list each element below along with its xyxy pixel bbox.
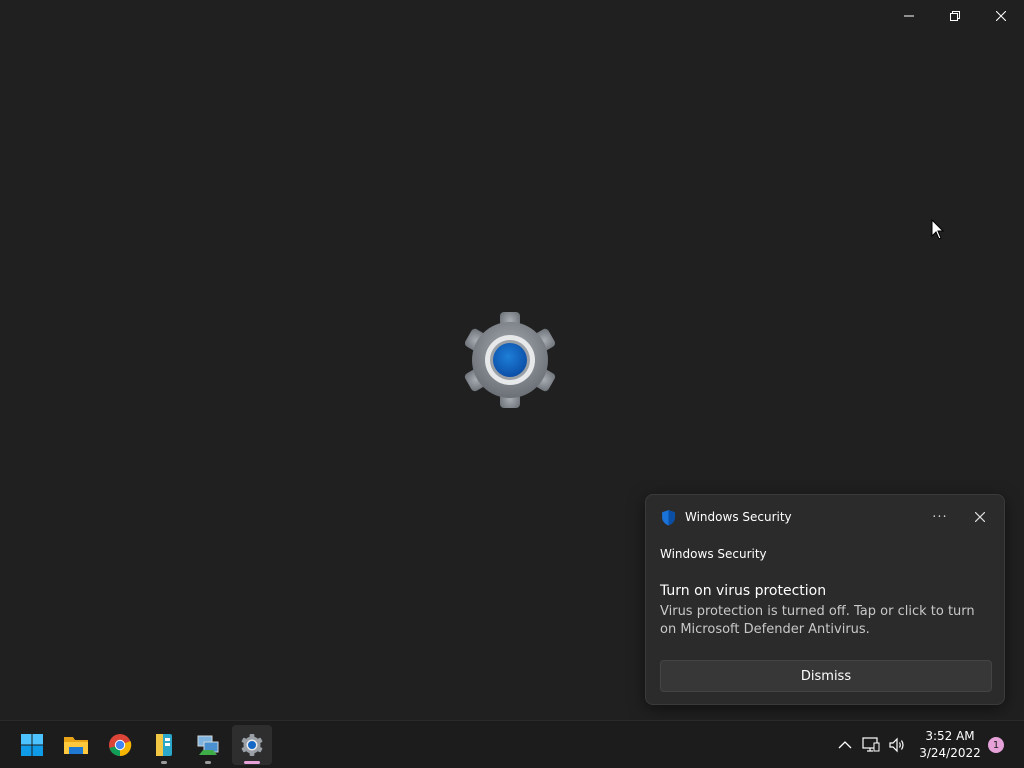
close-icon [996,11,1006,21]
network-status-button[interactable] [859,733,883,757]
chevron-up-icon [838,741,852,749]
running-indicator [161,761,167,764]
shield-icon [662,509,675,525]
windows-start-icon [21,734,43,756]
window-caption-buttons [886,0,1024,32]
running-indicator [205,761,211,764]
more-options-icon: ··· [932,509,948,525]
toast-header: Windows Security ··· [660,508,994,526]
minimize-button[interactable] [886,0,932,32]
taskbar: 3:52 AM 3/24/2022 1 [0,720,1024,768]
settings-icon [241,734,263,756]
close-icon [975,512,985,522]
toast-body: Virus protection is turned off. Tap or c… [660,604,975,637]
toast-more-options-button[interactable]: ··· [926,506,954,528]
taskbar-network-app[interactable] [188,725,228,765]
volume-button[interactable] [885,733,909,757]
taskbar-apps [10,721,274,768]
security-toast-notification[interactable]: Windows Security ··· Windows Security Tu… [645,494,1005,705]
taskbar-settings[interactable] [232,725,272,765]
minimize-icon [904,15,914,17]
system-tray: 3:52 AM 3/24/2022 1 [832,721,1024,768]
restore-icon [950,11,960,21]
dismiss-button[interactable]: Dismiss [660,660,992,692]
taskbar-chrome[interactable] [100,725,140,765]
start-button[interactable] [12,725,52,765]
network-app-icon [197,735,219,755]
archive-app-icon [156,734,172,756]
clock-date: 3/24/2022 [919,746,981,760]
taskbar-archive-app[interactable] [144,725,184,765]
toast-app-name: Windows Security [685,510,792,524]
close-button[interactable] [978,0,1024,32]
volume-icon [889,737,904,753]
toast-close-button[interactable] [966,506,994,528]
mouse-cursor-icon [931,219,945,240]
settings-splash [458,310,562,414]
taskbar-clock[interactable]: 3:52 AM 3/24/2022 [916,728,984,762]
network-icon [862,737,880,752]
taskbar-file-explorer[interactable] [56,725,96,765]
clock-time: 3:52 AM [925,729,975,743]
file-explorer-icon [64,737,88,754]
notification-center-badge[interactable]: 1 [988,737,1004,753]
desktop: Windows Security ··· Windows Security Tu… [0,0,1024,768]
toast-attribution: Windows Security [660,547,767,561]
chrome-icon [109,734,132,757]
settings-gear-icon [464,312,556,408]
active-indicator [244,761,260,764]
restore-button[interactable] [932,0,978,32]
toast-title: Turn on virus protection [660,583,827,599]
show-hidden-icons-button[interactable] [833,733,857,757]
